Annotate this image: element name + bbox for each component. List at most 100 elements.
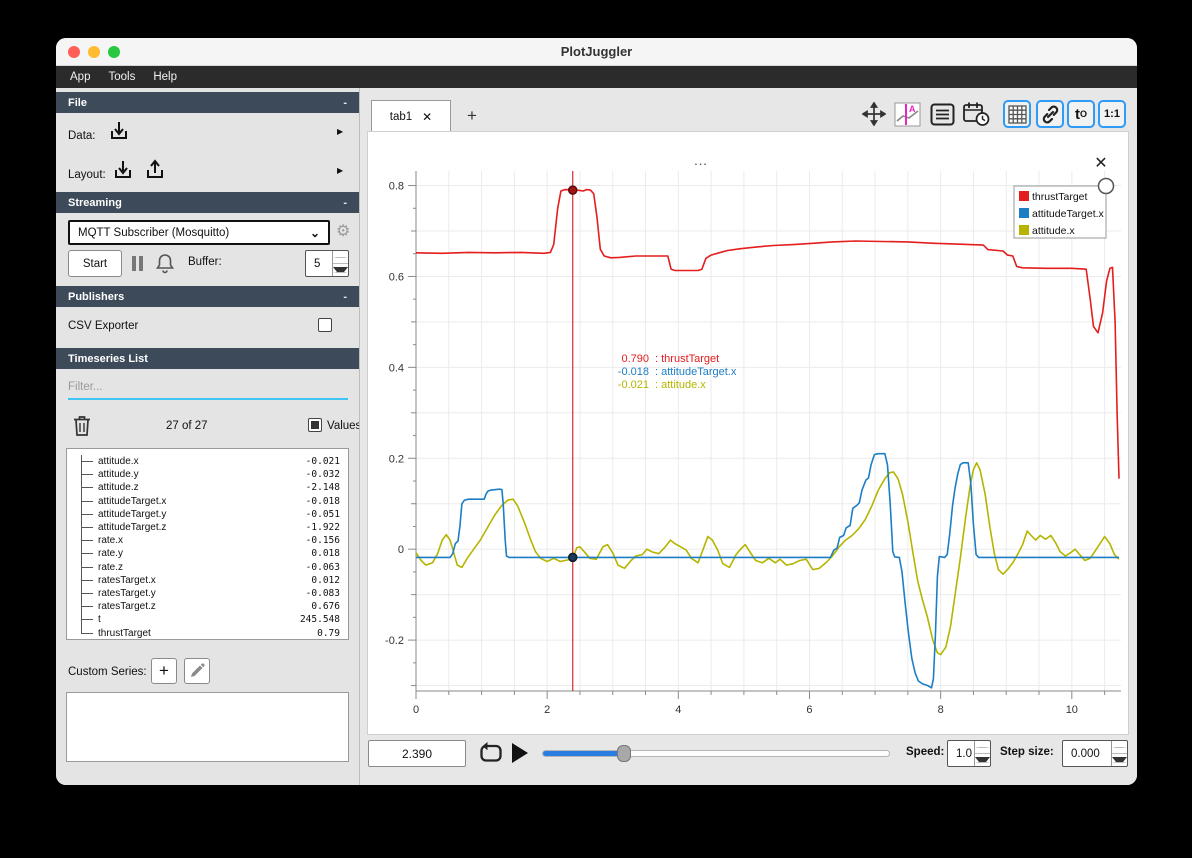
current-time-field[interactable]: 2.390	[368, 740, 466, 767]
tab-close-icon[interactable]: ✕	[422, 110, 432, 124]
timeseries-value: -1.922	[305, 522, 340, 534]
speed-spinbox[interactable]: 1.0	[947, 740, 991, 767]
collapse-icon[interactable]: -	[343, 197, 347, 209]
timeseries-name: attitude.x	[98, 456, 139, 468]
timeseries-row[interactable]: rate.z -0.063	[67, 561, 348, 574]
notifications-bell-icon[interactable]	[154, 252, 176, 274]
delete-trash-icon[interactable]	[72, 414, 92, 437]
plot-canvas[interactable]: -0.2 0 0.2 0.4 0.6 0.8 0 2 4 6 8 10 0.790: thrustTar…	[368, 132, 1130, 736]
chevron-down-icon: ⌄	[309, 225, 320, 240]
timeseries-row[interactable]: ratesTarget.z 0.676	[67, 600, 348, 613]
timeseries-row[interactable]: ratesTarget.x 0.012	[67, 574, 348, 587]
timeseries-value: -0.032	[305, 469, 340, 481]
timeseries-row[interactable]: thrustTarget 0.79	[67, 626, 348, 639]
file-section-header[interactable]: File -	[56, 92, 359, 113]
timeseries-row[interactable]: attitudeTarget.z -1.922	[67, 521, 348, 534]
timeseries-section-header[interactable]: Timeseries List	[56, 348, 359, 369]
timeseries-value: -0.063	[305, 561, 340, 573]
timeseries-row[interactable]: attitude.x -0.021	[67, 455, 348, 468]
save-layout-icon[interactable]	[144, 159, 166, 181]
link-axes-icon[interactable]	[1036, 100, 1064, 128]
plot-font-style-icon[interactable]: A	[893, 100, 921, 128]
timeseries-name: ratesTarget.y	[98, 587, 156, 599]
timeseries-row[interactable]: attitudeTarget.x -0.018	[67, 495, 348, 508]
x-tick-label: 8	[938, 704, 944, 716]
menu-help[interactable]: Help	[153, 71, 177, 83]
timeseries-name: rate.y	[98, 548, 124, 560]
load-layout-icon[interactable]	[112, 159, 134, 181]
custom-series-list[interactable]	[66, 692, 349, 762]
filter-input[interactable]	[68, 376, 348, 400]
spin-down-button[interactable]	[333, 264, 348, 276]
timeseries-row[interactable]: rate.y 0.018	[67, 547, 348, 560]
x-tick-label: 2	[544, 704, 550, 716]
step-size-spinbox[interactable]: 0.000	[1062, 740, 1128, 767]
buffer-label: Buffer:	[188, 256, 222, 268]
layout-expand-arrow[interactable]: ▶	[337, 166, 343, 175]
load-data-icon[interactable]	[108, 120, 130, 142]
csv-exporter-checkbox[interactable]	[318, 318, 332, 332]
menu-tools[interactable]: Tools	[108, 71, 135, 83]
grid-toggle-icon[interactable]	[1003, 100, 1031, 128]
speed-label: Speed:	[906, 746, 945, 758]
timeseries-name: attitudeTarget.x	[98, 495, 167, 507]
buffer-spinbox[interactable]: 5	[305, 250, 349, 277]
file-section-title: File	[68, 96, 87, 109]
edit-custom-series-button[interactable]	[184, 658, 210, 684]
timeseries-row[interactable]: attitude.z -2.148	[67, 481, 348, 494]
tooltip-value: -0.018	[618, 366, 649, 378]
collapse-icon[interactable]: -	[343, 97, 347, 109]
x-tick-label: 6	[806, 704, 812, 716]
plot-close-icon[interactable]: ✕	[1094, 155, 1107, 172]
spin-up-button[interactable]	[333, 251, 348, 264]
timeseries-list[interactable]: attitude.x -0.021 attitude.y -0.032 attitude…	[66, 448, 349, 640]
spin-up-button[interactable]	[1112, 741, 1127, 754]
legend-label-attitude.x[interactable]: attitude.x	[1032, 225, 1075, 237]
spin-up-button[interactable]	[975, 741, 990, 754]
publishers-section-header[interactable]: Publishers -	[56, 286, 359, 307]
buffer-value: 5	[314, 257, 321, 270]
plot-title-ellipsis[interactable]: ...	[694, 153, 708, 168]
zoom-ratio-icon[interactable]: 1:1	[1098, 100, 1126, 128]
timeseries-name: attitudeTarget.z	[98, 522, 167, 534]
menu-app[interactable]: App	[70, 71, 90, 83]
spin-down-button[interactable]	[975, 754, 990, 766]
add-tab-button[interactable]: +	[460, 104, 484, 128]
time-slider[interactable]	[542, 745, 890, 762]
start-button[interactable]: Start	[68, 250, 122, 277]
time-offset-icon[interactable]: tO	[1067, 100, 1095, 128]
publishers-section-title: Publishers	[68, 290, 125, 303]
step-size-value: 0.000	[1071, 747, 1100, 760]
tab-tab1[interactable]: tab1 ✕	[371, 100, 451, 132]
streaming-section-header[interactable]: Streaming -	[56, 192, 359, 213]
timeseries-row[interactable]: t 245.548	[67, 613, 348, 626]
loop-icon[interactable]	[478, 741, 504, 767]
legend-label-attitudeTarget.x[interactable]: attitudeTarget.x	[1032, 208, 1105, 220]
timeseries-row[interactable]: ratesTarget.y -0.083	[67, 587, 348, 600]
add-custom-series-button[interactable]: +	[151, 658, 177, 684]
play-icon[interactable]	[512, 743, 528, 763]
slider-handle[interactable]	[616, 745, 631, 762]
data-expand-arrow[interactable]: ▶	[337, 127, 343, 136]
tree-branch-line	[81, 474, 93, 476]
timeseries-row[interactable]: attitude.y -0.032	[67, 468, 348, 481]
values-checkbox[interactable]	[308, 418, 322, 432]
streaming-settings-gear-icon[interactable]: ⚙	[336, 221, 350, 241]
timeseries-row[interactable]: attitudeTarget.y -0.051	[67, 508, 348, 521]
legend-label-thrustTarget[interactable]: thrustTarget	[1032, 191, 1088, 203]
timeseries-row[interactable]: rate.x -0.156	[67, 534, 348, 547]
playback-bar: 2.390 Speed: 1.0 Step size: 0.000	[360, 738, 1137, 770]
streaming-source-select[interactable]: MQTT Subscriber (Mosquitto) ⌄	[68, 220, 330, 245]
collapse-icon[interactable]: -	[343, 291, 347, 303]
app-window: PlotJuggler App Tools Help File - Data: …	[56, 38, 1137, 785]
timeseries-value: 0.79	[317, 627, 340, 639]
timeseries-value: -0.018	[305, 495, 340, 507]
spin-down-button[interactable]	[1112, 754, 1127, 766]
legend-drag-handle[interactable]	[1097, 177, 1115, 195]
pause-icon[interactable]	[132, 256, 143, 271]
tooltip-label: : thrustTarget	[655, 353, 719, 365]
datetime-axis-icon[interactable]	[962, 100, 990, 128]
list-legend-icon[interactable]	[928, 100, 956, 128]
x-tick-label: 4	[675, 704, 681, 716]
move-pan-icon[interactable]	[860, 100, 888, 128]
